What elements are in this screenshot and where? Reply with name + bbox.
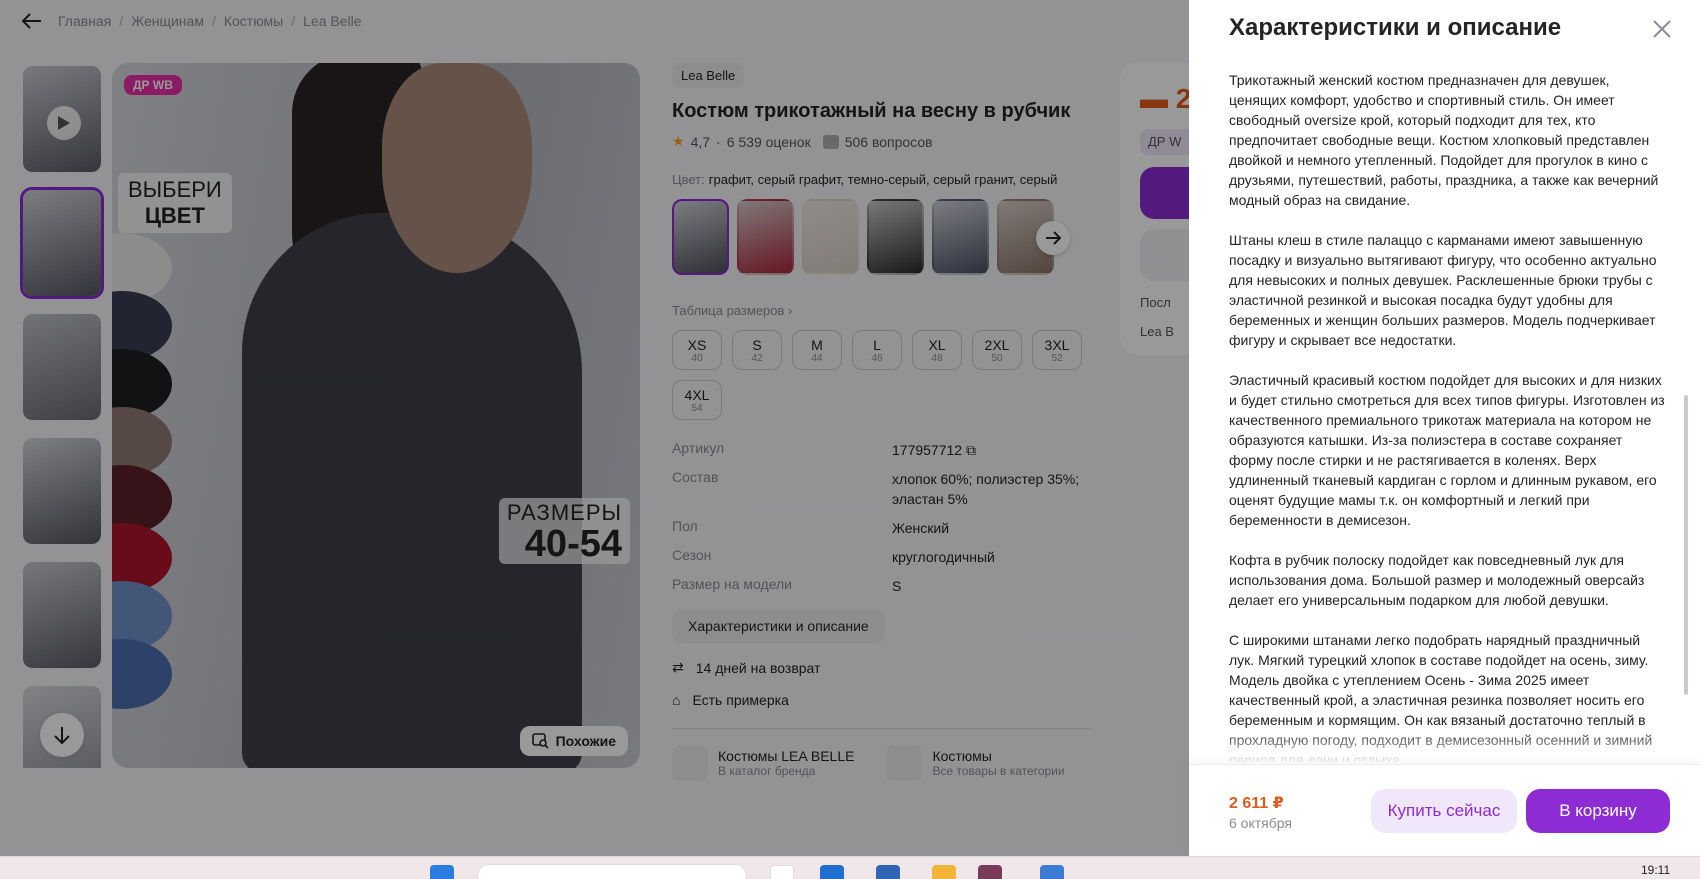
panel-footer: 2 611 ₽ 6 октября Купить сейчас В корзин… xyxy=(1189,764,1700,856)
app-icon[interactable] xyxy=(820,865,844,879)
modal-backdrop[interactable] xyxy=(0,0,1189,856)
panel-scrollbar[interactable] xyxy=(1684,395,1688,695)
description-paragraph: Кофта в рубчик полоску подойдет как повс… xyxy=(1229,552,1645,608)
app-icon[interactable] xyxy=(1040,865,1064,879)
clock: 19:11 xyxy=(1641,863,1671,877)
os-taskbar: 19:11 xyxy=(0,856,1700,879)
buy-now-button[interactable]: Купить сейчас xyxy=(1371,789,1517,833)
folder-icon[interactable] xyxy=(932,865,956,879)
description-paragraph: Трикотажный женский костюм предназначен … xyxy=(1229,72,1659,208)
app-icon[interactable] xyxy=(876,865,900,879)
panel-title: Характеристики и описание xyxy=(1229,14,1562,41)
description-paragraph: Эластичный красивый костюм подойдет для … xyxy=(1229,372,1665,528)
close-icon[interactable] xyxy=(1651,18,1673,40)
taskbar-search[interactable] xyxy=(477,864,747,879)
description-panel: Характеристики и описание Трикотажный же… xyxy=(1189,0,1700,856)
app-icon[interactable] xyxy=(978,865,1002,879)
windows-start-icon[interactable] xyxy=(430,865,454,879)
description-text: Трикотажный женский костюм предназначен … xyxy=(1229,70,1665,762)
description-paragraph: Штаны клеш в стиле палаццо с карманами и… xyxy=(1229,232,1657,348)
app-icon[interactable] xyxy=(770,865,794,879)
delivery-date: 6 октября xyxy=(1229,815,1292,831)
add-to-cart-button[interactable]: В корзину xyxy=(1526,789,1670,833)
footer-price: 2 611 ₽ xyxy=(1229,795,1284,812)
